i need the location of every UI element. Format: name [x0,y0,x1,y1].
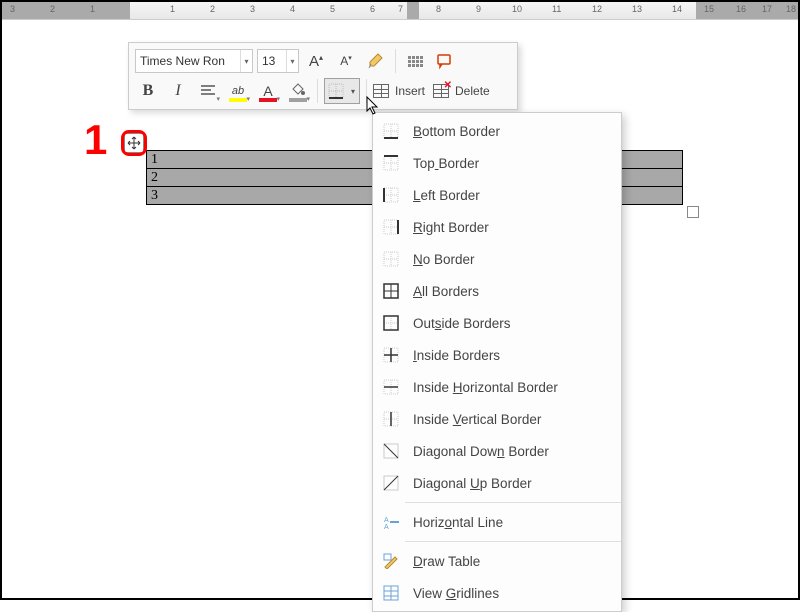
format-painter-button[interactable] [363,48,389,74]
shrink-font-button[interactable]: A▾ [333,48,359,74]
menu-item-outside[interactable]: Outside Borders [373,307,621,339]
outside-border-icon [381,314,401,332]
delete-label: Delete [451,84,494,98]
right-border-icon [381,218,401,236]
menu-item-label: Bottom Border [413,124,500,139]
menu-item-label: Diagonal Down Border [413,444,549,459]
mouse-cursor-icon [366,96,380,116]
menu-item-dup[interactable]: Diagonal Up Border [373,467,621,499]
inside-border-icon [381,346,401,364]
menu-item-label: Horizontal Line [413,515,503,530]
document-area: Times New Ron ▾ 13 ▾ A▴ A▾ B I [2,20,798,598]
new-comment-button[interactable] [432,48,458,74]
bottom-border-icon [381,122,401,140]
menu-item-label: Inside Vertical Border [413,412,541,427]
menu-item-label: Right Border [413,220,489,235]
menu-item-bottom[interactable]: Bottom Border [373,115,621,147]
menu-item-label: View Gridlines [413,586,499,601]
menu-item-all[interactable]: All Borders [373,275,621,307]
top-border-icon [381,154,401,172]
menu-item-label: No Border [413,252,475,267]
chevron-down-icon[interactable]: ▾ [240,50,252,72]
font-color-button[interactable]: A [255,78,281,104]
borders-split-button[interactable]: ▾ [324,78,360,104]
menu-item-right[interactable]: Right Border [373,211,621,243]
menu-item-label: Top Border [413,156,479,171]
delete-table-button[interactable]: ✕ [433,84,449,98]
menu-item-ddown[interactable]: Diagonal Down Border [373,435,621,467]
font-size-selector[interactable]: 13 ▾ [257,49,299,73]
svg-text:A: A [384,517,389,524]
menu-item-hline[interactable]: AA Horizontal Line [373,506,621,538]
italic-button[interactable]: I [165,78,191,104]
horizontal-ruler: 3 2 1 1 2 3 4 5 6 7 8 9 10 11 12 13 14 1… [2,2,798,20]
bold-button[interactable]: B [135,78,161,104]
svg-text:A: A [384,524,389,530]
table-resize-handle[interactable] [687,206,699,218]
mini-toolbar: Times New Ron ▾ 13 ▾ A▴ A▾ B I [128,42,518,110]
insert-label: Insert [391,84,429,98]
menu-item-label: Diagonal Up Border [413,476,532,491]
menu-item-grid[interactable]: View Gridlines [373,577,621,609]
highlight-button[interactable]: ab [225,78,251,104]
ivert-border-icon [381,410,401,428]
menu-item-ihoriz[interactable]: Inside Horizontal Border [373,371,621,403]
styles-button[interactable] [402,48,428,74]
shading-button[interactable] [285,78,311,104]
menu-item-left[interactable]: Left Border [373,179,621,211]
none-border-icon [381,250,401,268]
font-name-selector[interactable]: Times New Ron ▾ [135,49,253,73]
ddown-border-icon [381,442,401,460]
borders-icon[interactable] [325,79,347,103]
menu-item-label: Outside Borders [413,316,511,331]
dup-border-icon [381,474,401,492]
menu-item-label: Draw Table [413,554,480,569]
chevron-down-icon[interactable]: ▾ [347,79,359,103]
font-size-value: 13 [258,54,286,68]
menu-item-none[interactable]: No Border [373,243,621,275]
draw-border-icon [381,552,401,570]
grid-border-icon [381,584,401,602]
menu-item-ivert[interactable]: Inside Vertical Border [373,403,621,435]
all-border-icon [381,282,401,300]
menu-item-draw[interactable]: Draw Table [373,545,621,577]
menu-item-label: Left Border [413,188,480,203]
annotation-1-box [121,130,147,156]
left-border-icon [381,186,401,204]
borders-dropdown-menu: Bottom Border Top Border Left Border Right … [372,112,622,612]
menu-item-top[interactable]: Top Border [373,147,621,179]
chevron-down-icon[interactable]: ▾ [286,50,298,72]
menu-item-label: Inside Borders [413,348,500,363]
menu-item-label: All Borders [413,284,479,299]
table-delete-icon: ✕ [433,84,449,98]
align-button[interactable] [195,78,221,104]
menu-item-inside[interactable]: Inside Borders [373,339,621,371]
menu-item-label: Inside Horizontal Border [413,380,558,395]
hline-border-icon: AA [381,513,401,531]
ihoriz-border-icon [381,378,401,396]
font-name-value: Times New Ron [136,54,240,68]
annotation-1: 1 [84,116,107,164]
grow-font-button[interactable]: A▴ [303,48,329,74]
